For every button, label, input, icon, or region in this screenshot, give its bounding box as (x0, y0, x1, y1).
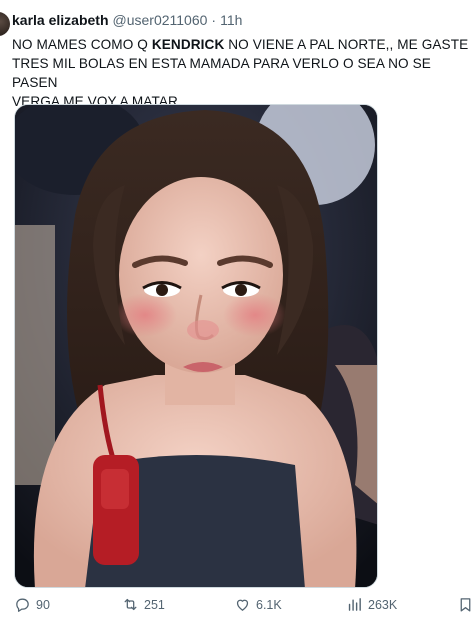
heart-icon (236, 599, 249, 611)
views-button[interactable]: 263K (346, 596, 397, 613)
views-count: 263K (368, 597, 398, 612)
timestamp[interactable]: 11h (220, 12, 242, 28)
tweet-card[interactable]: karla elizabeth @user0211060 · 11h NO MA… (0, 0, 474, 632)
avatar[interactable] (0, 12, 10, 36)
tweet-photo[interactable] (14, 104, 378, 588)
like-button[interactable]: 6.1K (234, 596, 282, 613)
retweet-icon (124, 598, 137, 611)
display-name[interactable]: karla elizabeth (12, 12, 109, 28)
reply-icon (16, 598, 29, 612)
tweet-text-start: NO MAMES COMO Q (12, 37, 152, 52)
reply-button[interactable]: 90 (14, 596, 50, 613)
views-icon (348, 598, 361, 611)
retweet-button[interactable]: 251 (122, 596, 165, 613)
reply-count: 90 (36, 597, 50, 612)
retweet-count: 251 (144, 597, 165, 612)
user-handle[interactable]: @user0211060 (113, 12, 208, 28)
bookmark-icon (460, 598, 471, 612)
photo-illustration (15, 105, 377, 587)
like-count: 6.1K (256, 597, 282, 612)
tweet-text-bold: KENDRICK (151, 37, 225, 52)
bookmark-button[interactable] (457, 596, 474, 613)
header-separator: · (211, 12, 217, 28)
tweet-header: karla elizabeth @user0211060 · 11h (12, 12, 242, 28)
action-bar: 90 251 6.1K 263K (0, 596, 474, 620)
tweet-text: NO MAMES COMO Q KENDRICK NO VIENE A PAL … (12, 35, 474, 111)
